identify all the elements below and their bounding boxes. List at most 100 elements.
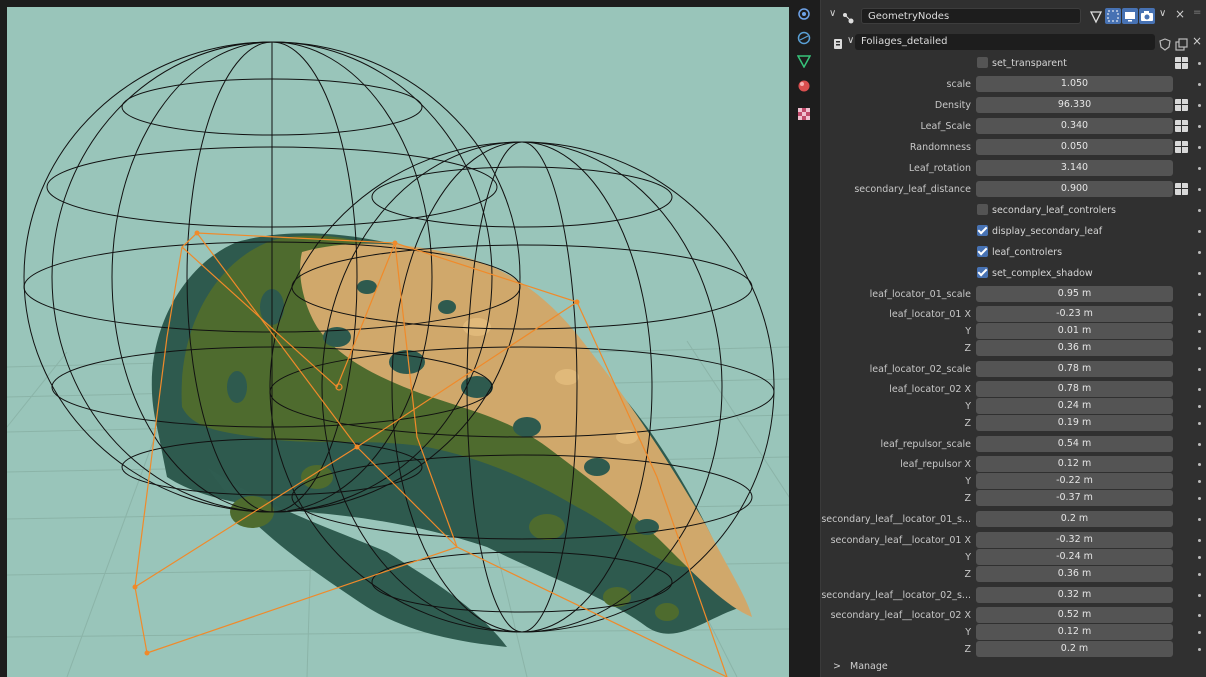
animate-property-icon[interactable] [1198,422,1201,425]
properties-tab-strip [789,0,821,677]
param-checkbox[interactable] [977,204,988,215]
animate-property-icon[interactable] [1198,388,1201,391]
animate-property-icon[interactable] [1198,62,1201,65]
animate-property-icon[interactable] [1198,573,1201,576]
animate-property-icon[interactable] [1198,230,1201,233]
param-value-field[interactable]: 0.78 m [976,361,1173,377]
dropdown-chevron-icon[interactable]: ∨ [1159,8,1166,19]
param-value-field[interactable]: 0.12 m [976,624,1173,640]
node-group-name-field[interactable]: Foliages_detailed [855,34,1155,50]
animate-property-icon[interactable] [1198,648,1201,651]
param-value-field[interactable]: 0.340 [976,118,1173,134]
material-icon[interactable] [796,78,812,94]
param-value-field[interactable]: -0.22 m [976,473,1173,489]
render-icon[interactable] [1139,8,1155,24]
3d-viewport[interactable] [7,7,789,677]
animate-property-icon[interactable] [1198,497,1201,500]
animate-property-icon[interactable] [1198,443,1201,446]
animate-property-icon[interactable] [1198,368,1201,371]
animate-property-icon[interactable] [1198,293,1201,296]
param-value-field[interactable]: 0.95 m [976,286,1173,302]
param-value-field[interactable]: -0.24 m [976,549,1173,565]
param-value-field[interactable]: 0.54 m [976,436,1173,452]
node-group-icon[interactable] [833,36,847,55]
param-value-field[interactable]: 0.36 m [976,566,1173,582]
animate-property-icon[interactable] [1198,556,1201,559]
foliage-mesh[interactable] [151,233,752,647]
animate-property-icon[interactable] [1198,631,1201,634]
param-row: Y -0.22 m [821,473,1206,490]
animate-property-icon[interactable] [1198,539,1201,542]
param-row: leaf_locator_01_scale 0.95 m [821,286,1206,303]
drag-handle-icon[interactable]: = [1193,7,1201,18]
animate-property-icon[interactable] [1198,83,1201,86]
manage-panel-header[interactable]: > Manage [833,661,888,672]
attribute-toggle-icon[interactable] [1175,141,1188,153]
animate-property-icon[interactable] [1198,614,1201,617]
param-label: Y [965,476,971,487]
param-row: Density 96.330 [821,97,1206,114]
node-tree-icon[interactable] [1089,9,1103,28]
param-value-field[interactable]: 0.900 [976,181,1173,197]
param-value-field[interactable]: 0.36 m [976,340,1173,356]
animate-property-icon[interactable] [1198,146,1201,149]
param-value-field[interactable]: -0.32 m [976,532,1173,548]
animate-property-icon[interactable] [1198,272,1201,275]
texture-icon[interactable] [796,106,812,122]
animate-property-icon[interactable] [1198,104,1201,107]
expand-chevron-icon[interactable]: > [833,661,841,672]
animate-property-icon[interactable] [1198,330,1201,333]
duplicate-icon[interactable] [1175,36,1188,55]
browse-chevron-icon[interactable]: ∨ [847,35,854,46]
animate-property-icon[interactable] [1198,480,1201,483]
scene-icon[interactable] [796,6,812,22]
param-label: secondary_leaf__locator_02_s... [821,590,971,601]
param-value-field[interactable]: -0.37 m [976,490,1173,506]
modifier-wrench-icon[interactable] [796,53,812,69]
animate-property-icon[interactable] [1198,125,1201,128]
animate-property-icon[interactable] [1198,405,1201,408]
animate-property-icon[interactable] [1198,594,1201,597]
animate-property-icon[interactable] [1198,347,1201,350]
param-value-field[interactable]: 0.12 m [976,456,1173,472]
param-value-field[interactable]: 0.32 m [976,587,1173,603]
param-row: Z 0.36 m [821,340,1206,357]
param-label: secondary_leaf__locator_01_s... [821,514,971,525]
param-checkbox[interactable] [977,246,988,257]
attribute-toggle-icon[interactable] [1175,57,1188,69]
unlink-close-icon[interactable]: × [1192,34,1202,48]
animate-property-icon[interactable] [1198,251,1201,254]
close-icon[interactable]: × [1175,7,1185,21]
realtime-icon[interactable] [1122,8,1138,24]
modifier-name-field[interactable]: GeometryNodes [861,8,1081,24]
animate-property-icon[interactable] [1198,188,1201,191]
animate-property-icon[interactable] [1198,463,1201,466]
param-checkbox[interactable] [977,267,988,278]
animate-property-icon[interactable] [1198,167,1201,170]
param-value-field[interactable]: 96.330 [976,97,1173,113]
param-value-field[interactable]: 0.78 m [976,381,1173,397]
fake-user-shield-icon[interactable] [1159,36,1171,55]
param-value-field[interactable]: 0.2 m [976,641,1173,657]
attribute-toggle-icon[interactable] [1175,120,1188,132]
param-value-field[interactable]: 0.52 m [976,607,1173,623]
param-label: Z [964,418,971,429]
animate-property-icon[interactable] [1198,518,1201,521]
param-value-field[interactable]: 0.2 m [976,511,1173,527]
param-value-field[interactable]: 3.140 [976,160,1173,176]
param-value-field[interactable]: 0.19 m [976,415,1173,431]
param-checkbox[interactable] [977,225,988,236]
attribute-toggle-icon[interactable] [1175,99,1188,111]
param-value-field[interactable]: 0.01 m [976,323,1173,339]
param-value-field[interactable]: 1.050 [976,76,1173,92]
world-icon[interactable] [796,30,812,46]
animate-property-icon[interactable] [1198,313,1201,316]
collapse-chevron-icon[interactable]: ∨ [829,8,836,19]
animate-property-icon[interactable] [1198,209,1201,212]
param-value-field[interactable]: 0.24 m [976,398,1173,414]
attribute-toggle-icon[interactable] [1175,183,1188,195]
param-checkbox[interactable] [977,57,988,68]
edit-mode-icon[interactable] [1105,8,1121,24]
param-value-field[interactable]: -0.23 m [976,306,1173,322]
param-value-field[interactable]: 0.050 [976,139,1173,155]
